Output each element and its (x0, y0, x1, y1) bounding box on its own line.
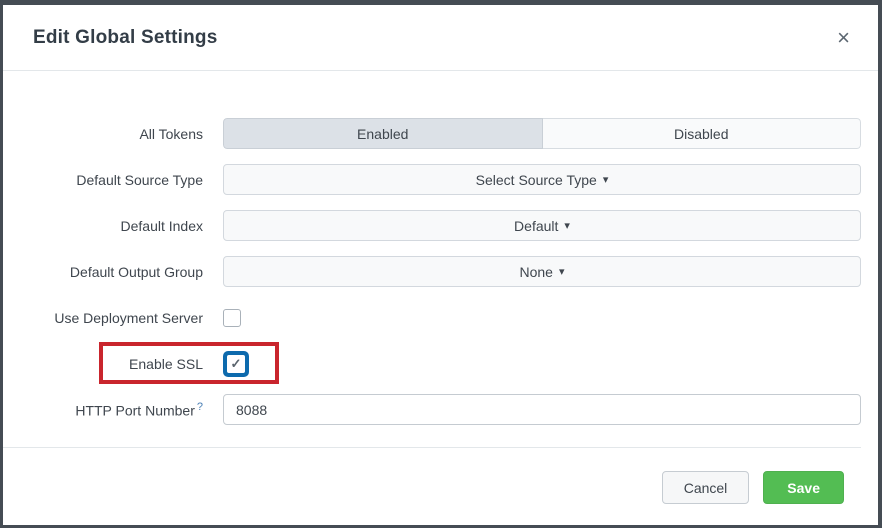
close-icon[interactable]: × (837, 27, 850, 49)
default-output-group-row: Default Output Group None ▾ (3, 256, 861, 287)
use-deployment-server-row: Use Deployment Server (3, 302, 861, 333)
default-source-type-label: Default Source Type (3, 172, 203, 188)
save-button[interactable]: Save (763, 471, 844, 504)
use-deployment-server-checkbox[interactable] (223, 309, 241, 327)
dialog-header: Edit Global Settings × (3, 5, 878, 71)
default-output-group-value: None (520, 264, 553, 280)
edit-global-settings-dialog: Edit Global Settings × All Tokens Enable… (3, 5, 878, 525)
cancel-button[interactable]: Cancel (662, 471, 750, 504)
help-icon[interactable]: ? (197, 401, 203, 413)
use-deployment-server-label: Use Deployment Server (3, 310, 203, 326)
default-output-group-label: Default Output Group (3, 264, 203, 280)
dialog-body: All Tokens Enabled Disabled Default Sour… (3, 71, 878, 504)
default-source-type-value: Select Source Type (476, 172, 597, 188)
dialog-footer: Cancel Save (3, 447, 861, 504)
default-index-dropdown[interactable]: Default ▾ (223, 210, 861, 241)
enable-ssl-checkbox[interactable]: ✓ (223, 351, 249, 377)
default-source-type-row: Default Source Type Select Source Type ▾ (3, 164, 861, 195)
http-port-row: HTTP Port Number? (3, 394, 861, 425)
default-index-value: Default (514, 218, 558, 234)
checkmark-icon: ✓ (231, 356, 242, 372)
http-port-label: HTTP Port Number? (3, 401, 203, 419)
all-tokens-toggle: Enabled Disabled (223, 118, 861, 149)
default-index-label: Default Index (3, 218, 203, 234)
all-tokens-disabled-button[interactable]: Disabled (543, 118, 862, 149)
caret-down-icon: ▾ (564, 219, 570, 232)
enable-ssl-label: Enable SSL (3, 356, 203, 372)
all-tokens-label: All Tokens (3, 126, 203, 142)
enable-ssl-row: Enable SSL ✓ (3, 348, 861, 379)
dialog-title: Edit Global Settings (33, 27, 218, 49)
http-port-input[interactable] (223, 394, 861, 425)
default-source-type-dropdown[interactable]: Select Source Type ▾ (223, 164, 861, 195)
caret-down-icon: ▾ (559, 265, 565, 278)
caret-down-icon: ▾ (603, 173, 609, 186)
default-index-row: Default Index Default ▾ (3, 210, 861, 241)
all-tokens-row: All Tokens Enabled Disabled (3, 118, 861, 149)
default-output-group-dropdown[interactable]: None ▾ (223, 256, 861, 287)
all-tokens-enabled-button[interactable]: Enabled (223, 118, 543, 149)
